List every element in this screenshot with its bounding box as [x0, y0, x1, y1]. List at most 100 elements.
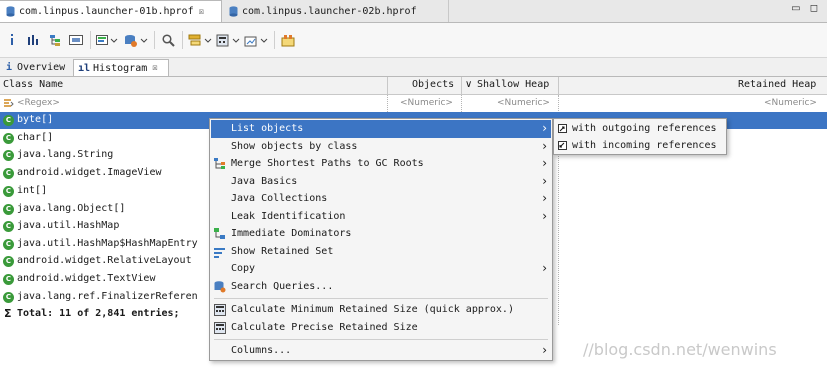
column-header-shallow-heap[interactable]: Shallow Heap — [477, 79, 549, 90]
retained-set-icon — [214, 248, 225, 258]
column-divider[interactable] — [558, 77, 559, 94]
export-icon[interactable] — [244, 31, 268, 49]
menu-item-label: Merge Shortest Paths to GC Roots — [231, 158, 424, 169]
menu-item-show-objects-by-class[interactable]: Show objects by class › — [211, 138, 551, 156]
column-header-class-name[interactable]: Class Name — [3, 79, 63, 90]
toolbar — [0, 23, 827, 58]
column-divider[interactable] — [387, 77, 388, 94]
menu-item-label: with incoming references — [572, 140, 717, 151]
context-menu: List objects › Show objects by class › M… — [209, 118, 553, 361]
class-name-cell: java.lang.ref.FinalizerReferen — [17, 291, 198, 302]
menu-item-calculate-precise-retained[interactable]: Calculate Precise Retained Size — [211, 319, 551, 337]
sort-descending-icon[interactable]: ∨ — [465, 79, 472, 90]
menu-item-label: with outgoing references — [572, 123, 717, 134]
sum-icon: Σ — [4, 307, 12, 320]
menu-item-merge-shortest-paths[interactable]: Merge Shortest Paths to GC Roots › — [211, 155, 551, 173]
dominators-icon — [214, 228, 225, 239]
submenu-arrow-icon: › — [542, 343, 547, 357]
outgoing-references-icon — [558, 124, 567, 133]
class-icon: C — [3, 115, 14, 126]
class-icon: C — [3, 239, 14, 250]
shallow-heap-filter-input[interactable]: <Numeric> — [497, 98, 550, 108]
toolbar-separator — [154, 31, 155, 49]
filter-row: <Regex> <Numeric> <Numeric> <Numeric> — [0, 95, 827, 113]
watermark: //blog.csdn.net/wenwins — [583, 340, 777, 359]
menu-separator — [214, 298, 548, 299]
menu-item-label: Java Collections — [231, 193, 328, 204]
menu-item-show-retained-set[interactable]: Show Retained Set — [211, 243, 551, 261]
menu-item-with-incoming-references[interactable]: with incoming references — [555, 137, 725, 154]
info-icon: i — [6, 62, 13, 73]
class-icon: C — [3, 256, 14, 267]
heap-dump-icon — [229, 5, 238, 17]
compare-icon[interactable] — [280, 31, 296, 49]
menu-item-immediate-dominators[interactable]: Immediate Dominators — [211, 225, 551, 243]
objects-filter-input[interactable]: <Numeric> — [400, 98, 453, 108]
class-icon: C — [3, 274, 14, 285]
menu-item-label: Calculate Precise Retained Size — [231, 322, 418, 333]
class-icon: C — [3, 133, 14, 144]
window-controls[interactable]: ▭ ◻ — [791, 3, 821, 14]
class-name-filter-input[interactable]: <Regex> — [17, 98, 60, 108]
column-header-retained-heap[interactable]: Retained Heap — [738, 79, 816, 90]
tab-overview-label: Overview — [17, 62, 66, 73]
class-icon: C — [3, 204, 14, 215]
class-name-cell: java.util.HashMap — [17, 220, 120, 231]
class-name-cell: byte[] — [17, 114, 54, 125]
histogram-icon[interactable] — [26, 31, 40, 49]
incoming-references-icon — [558, 141, 567, 150]
submenu-arrow-icon: › — [542, 174, 547, 188]
submenu-arrow-icon: › — [542, 121, 547, 135]
menu-item-columns[interactable]: Columns... › — [211, 342, 551, 360]
group-by-icon[interactable] — [188, 31, 212, 49]
total-label: Total: 11 of 2,841 entries; — [17, 308, 180, 319]
menu-item-list-objects[interactable]: List objects › — [211, 120, 551, 138]
tab-histogram[interactable]: ıl Histogram ☒ — [73, 59, 169, 76]
calculator-icon — [214, 322, 226, 334]
tab-overview[interactable]: i Overview — [2, 59, 72, 76]
class-name-cell: java.lang.Object[] — [17, 203, 126, 214]
column-header-objects[interactable]: Objects — [412, 79, 454, 90]
toolbar-separator — [274, 31, 275, 49]
histogram-icon: ıl — [78, 62, 91, 74]
dominator-tree-icon[interactable] — [48, 31, 62, 49]
tab-histogram-label: Histogram — [93, 62, 148, 74]
editor-tab-01b[interactable]: com.linpus.launcher-01b.hprof ☒ — [0, 0, 222, 22]
menu-item-java-collections[interactable]: Java Collections › — [211, 190, 551, 208]
menu-item-label: Search Queries... — [231, 281, 334, 292]
search-queries-icon — [214, 281, 226, 293]
menu-item-copy[interactable]: Copy › — [211, 260, 551, 278]
calculator-icon — [214, 304, 226, 316]
heap-dump-icon — [6, 6, 15, 17]
list-objects-submenu: with outgoing references with incoming r… — [553, 118, 727, 155]
calculate-retained-icon[interactable] — [216, 31, 240, 49]
regex-filter-icon — [4, 99, 14, 107]
merge-paths-icon — [214, 158, 225, 169]
table-header: Class Name Objects ∨ Shallow Heap Retain… — [0, 77, 827, 95]
menu-item-label: Calculate Minimum Retained Size (quick a… — [231, 304, 514, 315]
editor-tab-02b[interactable]: com.linpus.launcher-02b.hprof — [223, 0, 449, 22]
view-tab-bar: i Overview ıl Histogram ☒ — [0, 58, 827, 77]
submenu-arrow-icon: › — [542, 156, 547, 170]
info-icon[interactable] — [6, 31, 18, 49]
close-icon[interactable]: ☒ — [152, 63, 157, 73]
menu-item-with-outgoing-references[interactable]: with outgoing references — [555, 120, 725, 137]
menu-item-search-queries[interactable]: Search Queries... — [211, 278, 551, 296]
menu-item-leak-identification[interactable]: Leak Identification › — [211, 208, 551, 226]
search-icon[interactable] — [160, 31, 176, 49]
column-divider[interactable] — [461, 77, 462, 94]
run-report-icon[interactable] — [124, 31, 148, 49]
class-icon: C — [3, 186, 14, 197]
oql-icon[interactable] — [68, 31, 84, 49]
toolbar-separator — [182, 31, 183, 49]
class-name-cell: android.widget.TextView — [17, 273, 156, 284]
close-icon[interactable]: ☒ — [199, 7, 204, 17]
thread-overview-icon[interactable] — [96, 31, 118, 49]
class-name-cell: char[] — [17, 132, 54, 143]
menu-item-java-basics[interactable]: Java Basics › — [211, 173, 551, 191]
menu-item-label: Show Retained Set — [231, 246, 334, 257]
class-name-cell: int[] — [17, 185, 48, 196]
menu-item-calculate-minimum-retained[interactable]: Calculate Minimum Retained Size (quick a… — [211, 301, 551, 319]
menu-item-label: Java Basics — [231, 176, 298, 187]
retained-heap-filter-input[interactable]: <Numeric> — [764, 98, 817, 108]
